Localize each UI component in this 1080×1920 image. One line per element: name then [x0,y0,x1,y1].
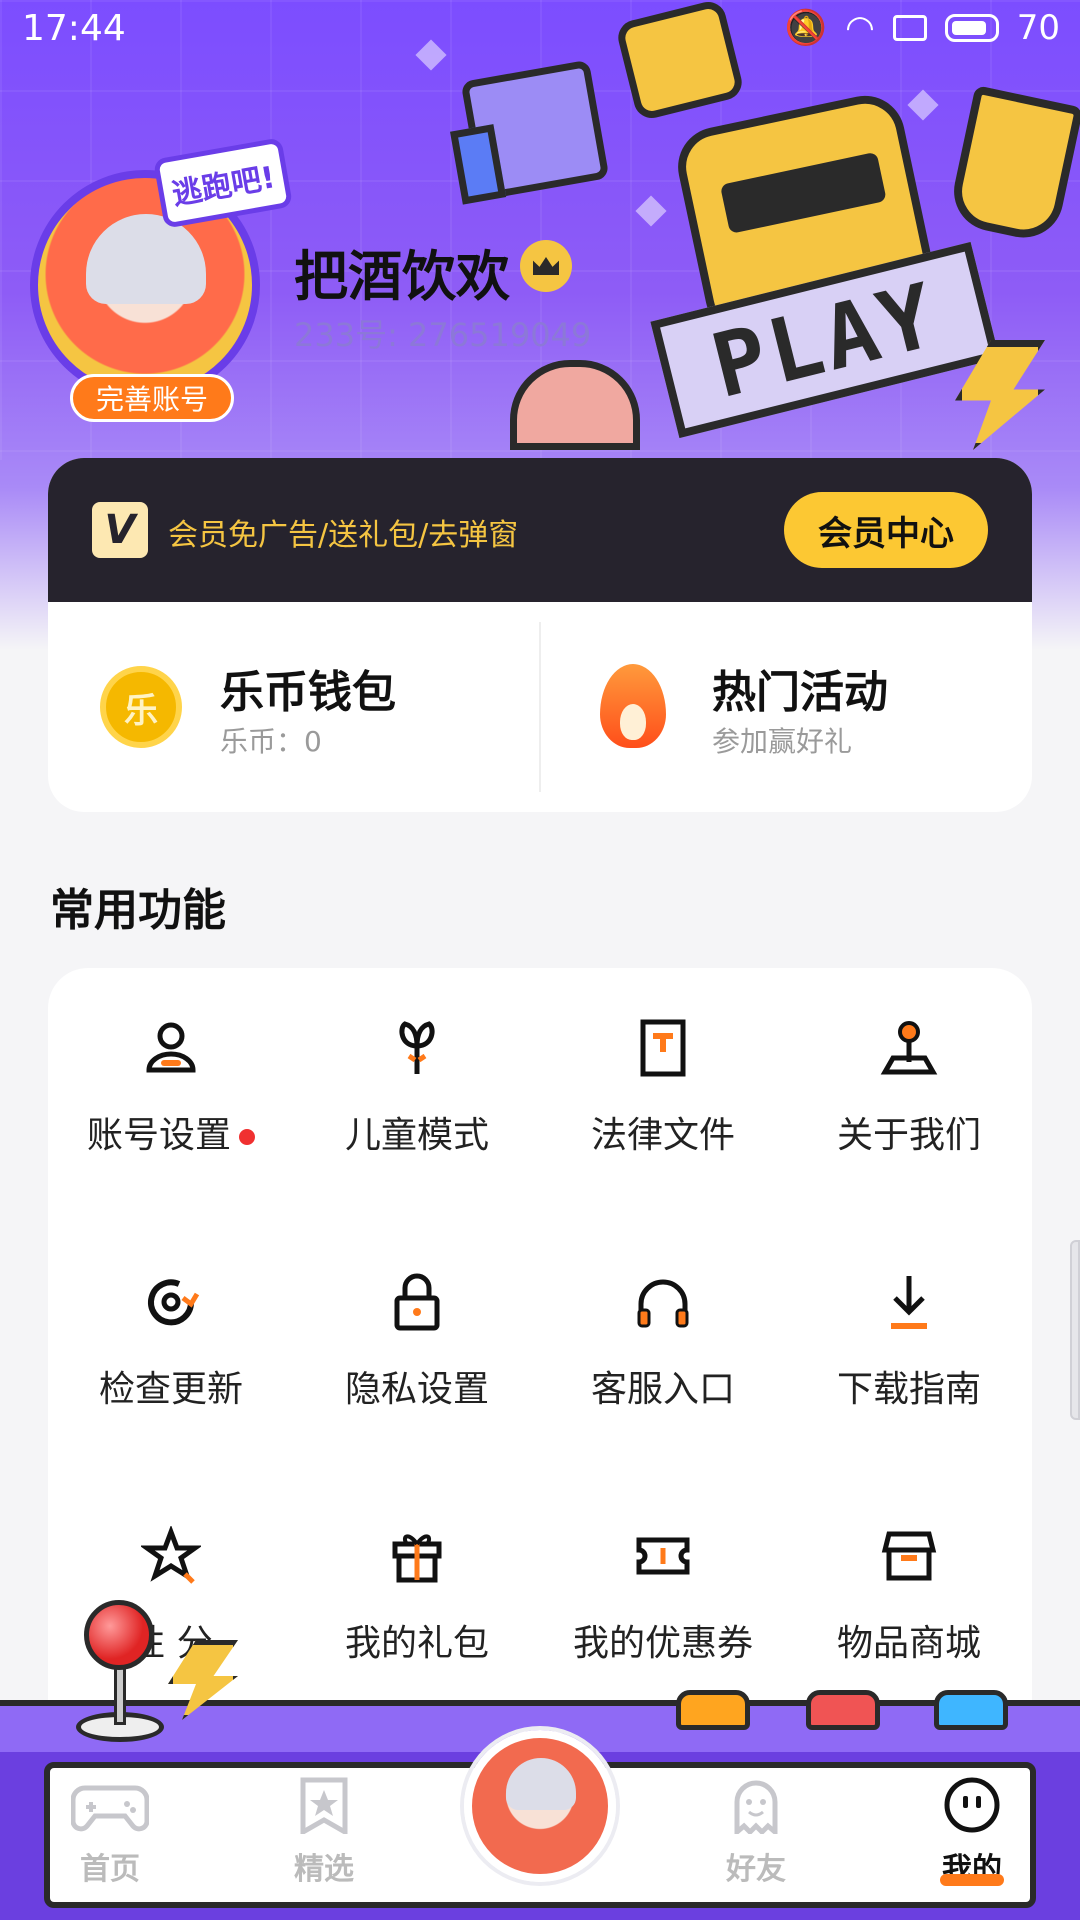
side-drawer-handle[interactable] [1070,1240,1080,1420]
vip-bar[interactable]: V 会员免广告/送礼包/去弹窗 会员中心 [48,458,1032,602]
func-label: 我的礼包 [344,1623,489,1664]
wifi-icon: ◠ [845,8,875,48]
headphones-icon [637,1279,689,1328]
joystick-stick-icon [114,1665,126,1725]
sunglasses-icon [719,151,887,234]
mute-icon: 🔕 [784,8,828,48]
tab-home[interactable]: 首页 [40,1776,180,1896]
func-my-gifts[interactable]: 我的礼包 [294,1476,540,1676]
crown-icon [520,240,572,292]
vip-logo-icon: V [92,502,148,558]
func-label: 我的优惠券 [572,1623,753,1664]
tab-friends[interactable]: 好友 [686,1776,826,1896]
func-label: 下载指南 [836,1369,981,1410]
avatar-character-icon [506,1758,576,1810]
joystick-icon [880,1021,938,1075]
func-label: 账号设置 [48,1106,294,1158]
star-bookmark-icon [300,1777,348,1837]
membership-card: V 会员免广告/送礼包/去弹窗 会员中心 乐 乐币钱包 乐币：0 热门活动 参加… [48,458,1032,812]
user-id: 233号: 276519049 [294,316,592,354]
arcade-button-blue-icon [934,1690,1008,1730]
func-about-us[interactable]: 关于我们 [786,968,1032,1168]
gift-icon [392,1534,442,1583]
joystick-ball-icon [84,1600,154,1670]
func-download-guide[interactable]: 下载指南 [786,1222,1032,1422]
flame-icon [600,664,666,748]
shop-icon [881,1531,937,1581]
func-label: 法律文件 [590,1115,735,1156]
tab-label: 精选 [294,1852,354,1887]
activities-subtitle: 参加赢好礼 [712,725,853,758]
func-my-coupons[interactable]: 我的优惠券 [540,1476,786,1676]
func-label: 隐私设置 [344,1369,489,1410]
wallet-balance: 乐币：0 [220,725,322,758]
wallet-entry[interactable]: 乐 乐币钱包 乐币：0 [48,602,540,812]
func-check-update[interactable]: 检查更新 [48,1222,294,1422]
wallet-title: 乐币钱包 [220,667,396,718]
sprout-icon [399,1021,435,1074]
func-label: 客服入口 [590,1369,735,1410]
func-account-settings[interactable]: 账号设置 [48,968,294,1168]
func-kids-mode[interactable]: 儿童模式 [294,968,540,1168]
user-icon [146,1022,196,1073]
user-nickname[interactable]: 把酒饮欢 [294,232,510,311]
center-avatar-button[interactable] [464,1730,616,1882]
func-item-shop[interactable]: 物品商城 [786,1476,1032,1676]
func-label: 检查更新 [98,1369,243,1410]
notification-dot [239,1129,255,1145]
gamepad-icon [70,1785,150,1832]
vip-promo-text: 会员免广告/送礼包/去弹窗 [168,518,519,553]
download-icon [891,1276,927,1329]
status-time: 17:44 [22,8,126,49]
ghost-icon [734,1780,778,1838]
functions-grid: 账号设置 儿童模式 法律文件 关于我们 检查更新 隐私设置 客服入口 下载指南 … [48,968,1032,1728]
activities-title: 热门活动 [712,667,888,718]
screen-icon [892,15,927,41]
func-customer-service[interactable]: 客服入口 [540,1222,786,1422]
func-label: 儿童模式 [344,1115,489,1156]
app-root: PLAY 17:44 🔕 ◠ 70 逃跑吧! 完善账号 把酒饮欢 233号: 2… [0,0,1080,1920]
ticket-icon [636,1537,690,1575]
active-tab-indicator [940,1874,1004,1886]
section-title-common-functions: 常用功能 [50,885,226,936]
func-legal-documents[interactable]: 法律文件 [540,968,786,1168]
smiley-icon [944,1777,1000,1833]
complete-account-button[interactable]: 完善账号 [70,374,234,422]
refresh-icon [148,1279,200,1326]
status-icons: 🔕 ◠ 70 [785,8,1060,48]
avatar-character-icon [86,214,206,304]
status-bar: 17:44 🔕 ◠ 70 [0,0,1080,60]
arcade-button-red-icon [806,1690,880,1730]
func-label: 物品商城 [836,1623,981,1664]
lock-icon [394,1273,440,1331]
coin-icon: 乐 [100,666,182,748]
hot-activities-entry[interactable]: 热门活动 参加赢好礼 [540,602,1032,812]
tab-featured[interactable]: 精选 [254,1776,394,1896]
vip-center-button[interactable]: 会员中心 [784,492,988,568]
func-label: 关于我们 [836,1115,981,1156]
arcade-button-orange-icon [676,1690,750,1730]
tab-label: 首页 [80,1852,140,1887]
document-icon [640,1019,686,1077]
battery-level: 70 [1016,8,1060,48]
tab-label: 好友 [726,1852,786,1887]
func-privacy-settings[interactable]: 隐私设置 [294,1222,540,1422]
user-avatar[interactable]: 逃跑吧! [30,137,294,400]
thumbs-up-pixel-icon [460,59,610,201]
battery-icon [944,14,999,42]
star-icon [141,1526,201,1584]
